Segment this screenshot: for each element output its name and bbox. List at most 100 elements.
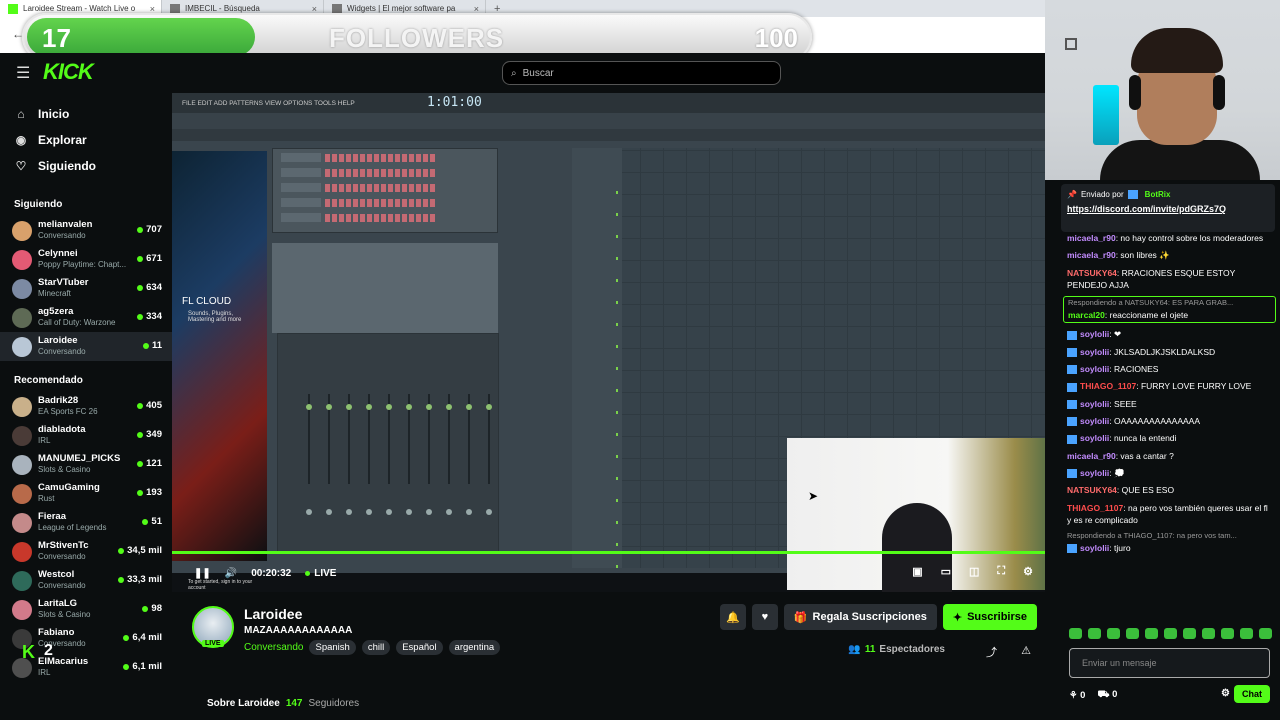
- chat-message: soylolii: 💭: [1067, 467, 1272, 479]
- channel-item[interactable]: StarVTuber Minecraft 634: [0, 274, 172, 303]
- emote-icon[interactable]: [1107, 628, 1120, 639]
- chat-text: SEEE: [1114, 398, 1137, 409]
- emote-icon[interactable]: [1145, 628, 1158, 639]
- channel-avatar: [12, 307, 32, 328]
- emote-icon[interactable]: [1259, 628, 1272, 639]
- mixer-knob: [366, 404, 372, 410]
- chat-text: reaccioname el ojete: [1109, 310, 1189, 321]
- report-icon[interactable]: ⚠: [1021, 644, 1031, 657]
- clip-icon[interactable]: ▣: [912, 565, 922, 578]
- mixer-knob: [486, 404, 492, 410]
- nav-inicio[interactable]: ⌂ Inicio: [0, 101, 172, 127]
- follow-heart-button[interactable]: ♥: [751, 604, 778, 630]
- stream-tag[interactable]: Español: [396, 640, 443, 655]
- reply-context: Respondiendo a NATSUKY64: ES PARA GRAB..…: [1068, 298, 1234, 308]
- mixer-knob: [446, 404, 452, 410]
- emote-icon[interactable]: [1126, 628, 1139, 639]
- fl-cloud-title: FL CLOUD: [182, 296, 232, 307]
- stream-tag[interactable]: chill: [361, 640, 391, 655]
- channel-item[interactable]: MrStivenTc Conversando 34,5 mil: [0, 537, 172, 566]
- emote-icon[interactable]: [1240, 628, 1253, 639]
- channel-item[interactable]: diabladota IRL 349: [0, 421, 172, 450]
- headphone-right: [1213, 75, 1225, 110]
- nav-explorar[interactable]: ◉ Explorar: [0, 127, 172, 153]
- emote-icon[interactable]: [1202, 628, 1215, 639]
- channel-item[interactable]: Fieraa League of Legends 51: [0, 508, 172, 537]
- subscribe-button[interactable]: ✦ Suscribirse: [942, 604, 1037, 630]
- settings-icon[interactable]: ⚙: [1023, 565, 1033, 578]
- notification-bell-button[interactable]: 🔔: [719, 604, 746, 630]
- channel-avatar: [12, 541, 32, 562]
- stream-tag[interactable]: Spanish: [309, 640, 356, 655]
- fl-cloud-desc: Sounds, Plugins, Mastering and more: [188, 311, 242, 323]
- kick-logo[interactable]: KICK: [43, 59, 94, 85]
- recommended-section-title: Recomendado: [14, 375, 83, 386]
- store-stat: ⛟ 0: [1097, 689, 1118, 700]
- emote-icon[interactable]: [1221, 628, 1234, 639]
- menu-icon[interactable]: ☰: [16, 63, 30, 83]
- channel-item[interactable]: ag5zera Call of Duty: Warzone 334: [0, 303, 172, 332]
- sub-badge-icon: [1067, 365, 1077, 375]
- chat-settings-icon[interactable]: ⚙: [1221, 688, 1230, 699]
- search-input[interactable]: ⌕ Buscar: [502, 61, 781, 85]
- sub-badge-icon: [1067, 417, 1077, 427]
- follower-goal-current: 17: [42, 23, 71, 53]
- chat-message: Respondiendo a THIAGO_1107: na pero vos …: [1067, 531, 1272, 554]
- channel-item[interactable]: melianvalen Conversando 707: [0, 216, 172, 245]
- viewers-icon: 👥: [848, 644, 861, 655]
- chat-username: micaela_r90: [1067, 450, 1116, 461]
- live-dot-icon: [118, 576, 125, 583]
- channel-item[interactable]: CamuGaming Rust 193: [0, 479, 172, 508]
- channel-avatar: [12, 425, 32, 446]
- mixer-knob: [326, 509, 332, 515]
- emote-icon[interactable]: [1088, 628, 1101, 639]
- star-icon: ✦: [952, 611, 963, 624]
- channel-item[interactable]: Westcol Conversando 33,3 mil: [0, 566, 172, 595]
- pause-icon[interactable]: ❚❚: [194, 568, 211, 579]
- streamer-facecam: [1045, 0, 1280, 180]
- discord-link[interactable]: https://discord.com/invite/pdGRZs7Q: [1067, 204, 1269, 214]
- nav-siguiendo[interactable]: ♡ Siguiendo: [0, 153, 172, 179]
- stream-category[interactable]: Conversando: [244, 642, 303, 653]
- fullscreen-icon[interactable]: ⛶: [997, 565, 1005, 578]
- channel-item[interactable]: Celynnei Poppy Playtime: Chapt... 671: [0, 245, 172, 274]
- chat-send-button[interactable]: Chat: [1234, 685, 1270, 703]
- home-icon: ⌂: [17, 107, 25, 121]
- share-icon[interactable]: ⤴: [986, 644, 997, 660]
- channel-item[interactable]: MANUMEJ_PICKS Slots & Casino 121: [0, 450, 172, 479]
- chat-message: soylolii: RACIONES: [1067, 363, 1272, 375]
- rack-channel: [281, 153, 321, 162]
- mixer-knob: [466, 404, 472, 410]
- emote-icon[interactable]: [1069, 628, 1082, 639]
- fl-cloud-promo: FL CLOUD Sounds, Plugins, Mastering and …: [172, 151, 267, 591]
- chat-message: THIAGO_1107: na pero vos también queres …: [1067, 502, 1268, 525]
- sub-badge-icon: [1067, 348, 1077, 357]
- viewer-count: 👥 11 Espectadores: [848, 644, 945, 655]
- following-section-title: Siguiendo: [14, 199, 63, 210]
- playlist-track-markers: [616, 178, 618, 568]
- stream-tag[interactable]: argentina: [448, 640, 501, 655]
- video-player[interactable]: FILE EDIT ADD PATTERNS VIEW OPTIONS TOOL…: [172, 93, 1045, 592]
- tab-close-icon: ×: [311, 3, 317, 14]
- chat-text: son libres ✨: [1120, 250, 1170, 261]
- gift-subs-button[interactable]: 🎁 Regala Suscripciones: [783, 604, 937, 630]
- stream-progress-bar[interactable]: [172, 551, 1045, 554]
- channel-item[interactable]: Laroidee Conversando 11: [0, 332, 172, 361]
- emote-icon[interactable]: [1164, 628, 1177, 639]
- volume-icon[interactable]: 🔊: [225, 568, 237, 579]
- live-badge: LIVE: [202, 640, 224, 647]
- channel-item[interactable]: Badrik28 EA Sports FC 26 405: [0, 392, 172, 421]
- sidebar: ⌂ Inicio ◉ Explorar ♡ Siguiendo Siguiendo mel…: [0, 93, 172, 720]
- stream-info: LIVE Laroidee MAZAAAAAAAAAAAA Conversand…: [172, 592, 1045, 720]
- chat-username: micaela_r90: [1067, 233, 1116, 243]
- pip-icon[interactable]: ◫: [969, 565, 979, 578]
- streamer-name[interactable]: Laroidee: [244, 606, 302, 622]
- chat-input[interactable]: Enviar un mensaje: [1069, 648, 1270, 678]
- step-pads: [325, 213, 435, 222]
- site-header: ☰ KICK ⌕ Buscar: [0, 53, 1045, 93]
- emote-icon[interactable]: [1183, 628, 1196, 639]
- channel-item[interactable]: LaritaLG Slots & Casino 98: [0, 595, 172, 624]
- chat-username: soylolii: [1080, 346, 1110, 357]
- theater-icon[interactable]: ▭: [941, 565, 951, 578]
- chat-text: RACIONES: [1114, 364, 1159, 375]
